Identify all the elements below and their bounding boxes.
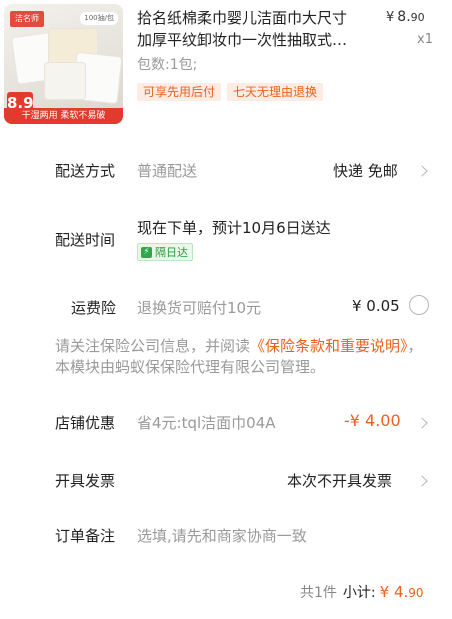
invoice-label: 开具发票 [55, 472, 116, 490]
delivery-method-label: 配送方式 [55, 162, 116, 180]
chevron-right-icon [416, 165, 428, 177]
product-price: ¥8.90 [386, 9, 425, 25]
product-spec: 包数:1包; [137, 57, 198, 73]
shipping-insurance-price: ¥ 0.05 [352, 297, 400, 315]
product-title-line: 加厚平纹卸妆巾一次性抽取式… [137, 31, 348, 49]
store-discount-value: 省4元:tql洁面巾04A [137, 414, 276, 432]
delivery-time-label: 配送时间 [55, 231, 116, 249]
invoice-value: 本次不开具发票 [287, 472, 393, 490]
product-title[interactable]: 拾名纸棉柔巾婴儿洁面巾大尺寸 加厚平纹卸妆巾一次性抽取式… [137, 7, 377, 51]
notice-prefix: 请关注保险公司信息，并阅读 [55, 337, 251, 355]
insurance-notice: 请关注保险公司信息，并阅读《保险条款和重要说明》，本模块由蚂蚁保保险代理有限公司… [55, 336, 435, 378]
shipping-insurance-radio[interactable] [409, 295, 429, 315]
price-currency: ¥ [386, 10, 395, 25]
next-day-label: 隔日达 [155, 246, 188, 259]
store-discount-label: 店铺优惠 [55, 414, 116, 432]
delivery-method-row[interactable]: 配送方式 普通配送 快递 免邮 [0, 150, 452, 190]
product-image[interactable]: 洁名师 100抽/包 8.9 干湿两用 柔软不易破 [4, 4, 123, 124]
price-decimal: 90 [410, 11, 425, 24]
lightning-icon: ⚡ [141, 246, 152, 258]
next-day-badge: ⚡ 隔日达 [137, 243, 193, 261]
count-label: 100抽/包 [80, 12, 118, 25]
image-caption: 干湿两用 柔软不易破 [4, 108, 123, 124]
delivery-option: 快递 免邮 [333, 162, 398, 180]
subtotal-label: 小计: [342, 585, 376, 601]
product-title-line: 拾名纸棉柔巾婴儿洁面巾大尺寸 [137, 9, 348, 27]
order-summary: 共1件 小计: ¥ 4.90 [300, 582, 424, 602]
delivery-time-value: 现在下单，预计10月6日送达 [137, 219, 331, 237]
subtotal-integer: 4. [393, 583, 409, 601]
delivery-method-value: 普通配送 [137, 162, 198, 180]
price-integer: 8. [397, 9, 411, 25]
service-tags: 可享先用后付 七天无理由退换 [137, 83, 324, 101]
chevron-right-icon [416, 417, 428, 429]
order-remark-input[interactable]: 选填,请先和商家协商一致 [137, 525, 307, 546]
subtotal-currency: ¥ [379, 583, 390, 601]
tag-seven-day-return: 七天无理由退换 [227, 83, 324, 101]
order-remark-label: 订单备注 [55, 527, 116, 545]
tissue-pack [44, 62, 86, 100]
tag-pay-later: 可享先用后付 [137, 83, 222, 101]
insurance-terms-link[interactable]: 《保险条款和重要说明》 [250, 337, 408, 355]
product-quantity: x1 [417, 32, 433, 47]
brand-label: 洁名师 [10, 11, 44, 27]
store-discount-amount: -¥ 4.00 [344, 411, 401, 430]
shipping-insurance-label: 运费险 [71, 299, 117, 317]
subtotal-amount: ¥ 4.90 [380, 583, 424, 601]
shipping-insurance-value: 退换货可赔付10元 [137, 299, 262, 317]
chevron-right-icon [416, 475, 428, 487]
item-count: 共1件 [300, 585, 337, 601]
subtotal-decimal: 90 [408, 586, 424, 600]
invoice-row[interactable]: 开具发票 本次不开具发票 [0, 458, 452, 500]
